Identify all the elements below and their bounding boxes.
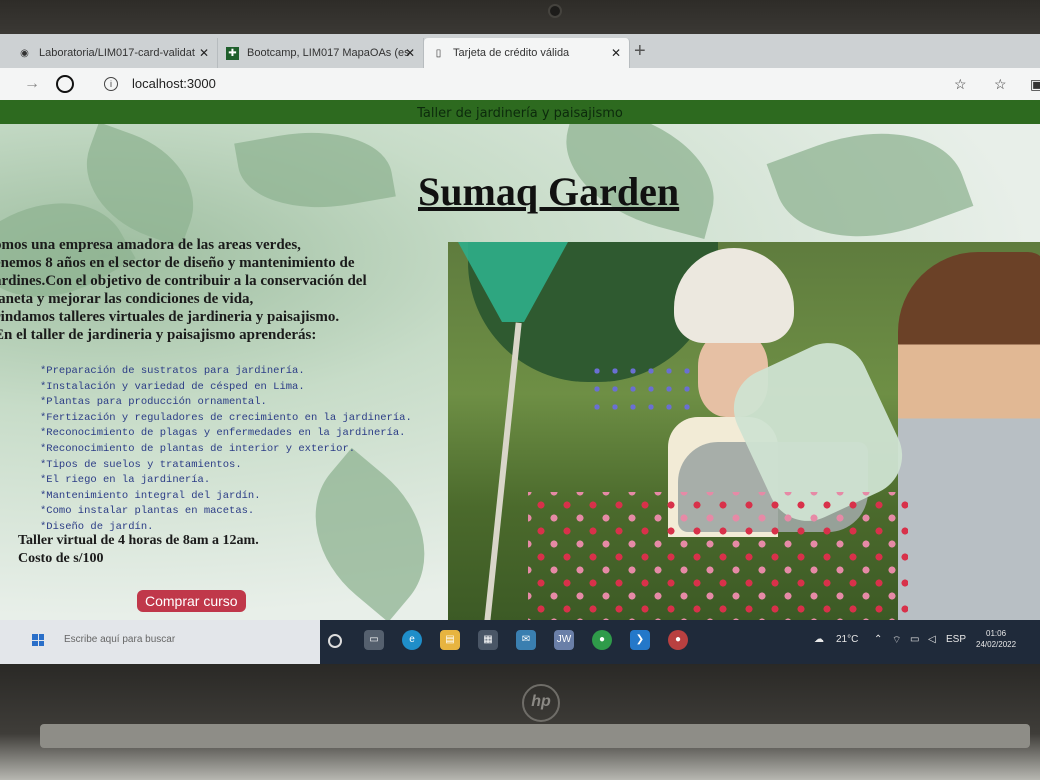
forward-icon[interactable]: →	[22, 74, 42, 94]
intro-line: ardines.Con el objetivo de contribuir a …	[0, 273, 367, 289]
tab-label: Laboratoria/LIM017-card-validat	[39, 47, 195, 59]
new-tab-icon[interactable]: +	[634, 41, 646, 61]
laptop-bezel-bottom	[0, 664, 1040, 780]
leaf-decoration	[234, 117, 396, 223]
tab-label: Tarjeta de crédito válida	[453, 47, 570, 59]
woman-figure	[898, 252, 1040, 620]
weather-icon[interactable]: ☁	[814, 634, 824, 645]
jw-app-icon[interactable]: JW	[554, 630, 574, 650]
url-field[interactable]: localhost:3000	[132, 76, 216, 91]
garden-photo	[448, 242, 1040, 620]
github-icon: ◉	[20, 47, 29, 59]
vscode-icon[interactable]: ❯	[630, 630, 650, 650]
list-item: *El riego en la jardinería.	[40, 474, 211, 487]
webcam-icon	[548, 4, 562, 18]
windows-start-icon[interactable]	[32, 634, 44, 646]
collections-icon[interactable]: ▣	[1030, 77, 1040, 91]
red-flowers	[528, 492, 908, 620]
tab-tarjeta[interactable]: ▯ Tarjeta de crédito válida ✕	[424, 38, 630, 68]
list-item: *Reconocimiento de plagas y enfermedades…	[40, 427, 406, 440]
taskbar-search-input[interactable]: Escribe aquí para buscar	[64, 634, 175, 645]
sheet-icon: ✚	[226, 46, 239, 60]
list-item: *Tipos de suelos y tratamientos.	[40, 458, 242, 471]
page-icon: ▯	[435, 47, 442, 59]
list-item: *Plantas para producción ornamental.	[40, 396, 267, 409]
screen: ◉ Laboratoria/LIM017-card-validat ✕ ✚ Bo…	[0, 34, 1040, 664]
volume-icon[interactable]: ◁	[928, 634, 936, 645]
network-icon[interactable]: ⌔	[892, 634, 901, 647]
tab-strip: ◉ Laboratoria/LIM017-card-validat ✕ ✚ Bo…	[0, 34, 1040, 68]
price-text: Costo de s/100	[18, 551, 104, 566]
hp-logo-icon: hp	[522, 684, 560, 722]
chrome-icon[interactable]: ●	[592, 630, 612, 650]
close-tab-icon[interactable]: ✕	[405, 46, 415, 60]
intro-line: omos una empresa amadora de las areas ve…	[0, 237, 301, 253]
tab-bootcamp[interactable]: ✚ Bootcamp, LIM017 MapaOAs (es ✕	[218, 38, 424, 68]
mail-icon[interactable]: ✉	[516, 630, 536, 650]
file-explorer-icon[interactable]: ▤	[440, 630, 460, 650]
close-tab-icon[interactable]: ✕	[611, 46, 621, 60]
clock[interactable]: 01:06 24/02/2022	[976, 628, 1016, 650]
intro-line: En el taller de jardineria y paisajismo …	[0, 327, 317, 343]
page-title: Sumaq Garden	[418, 169, 680, 214]
taskbar: Escribe aquí para buscar ▭ e ▤ ▦ ✉ JW ● …	[0, 620, 1040, 664]
list-item: *Preparación de sustratos para jardinerí…	[40, 365, 305, 377]
task-view-icon[interactable]: ▭	[364, 630, 384, 650]
buy-course-button[interactable]: Comprar curso	[137, 590, 246, 612]
laptop-bezel-top	[0, 0, 1040, 36]
blue-flowers	[588, 362, 698, 422]
intro-text: omos una empresa amadora de las areas ve…	[0, 236, 434, 344]
web-page: Taller de jardinería y paisajismo Sumaq …	[0, 100, 1040, 620]
laptop-hinge	[40, 724, 1030, 748]
course-info: Taller virtual de 4 horas de 8am a 12am.…	[18, 532, 259, 568]
battery-icon[interactable]: ▭	[910, 634, 919, 645]
banner-text: Taller de jardinería y paisajismo	[417, 106, 623, 121]
favorites-icon[interactable]: ☆	[994, 77, 1008, 91]
list-item: *Fertización y reguladores de crecimient…	[40, 411, 412, 424]
list-item: *Instalación y variedad de césped en Lim…	[40, 380, 305, 393]
store-icon[interactable]: ▦	[478, 630, 498, 650]
info-icon[interactable]: i	[104, 77, 118, 91]
intro-line: laneta y mejorar las condiciones de vida…	[0, 291, 254, 307]
intro-line: rindamos talleres virtuales de jardineri…	[0, 309, 340, 325]
rake-handle	[484, 322, 522, 620]
address-bar: → i localhost:3000 ☆ ☆ ▣	[0, 68, 1040, 100]
cortana-icon[interactable]	[328, 634, 342, 648]
add-favorite-icon[interactable]: ☆	[954, 77, 968, 91]
chrome-profile-icon[interactable]: ●	[668, 630, 688, 650]
weather-text[interactable]: 21°C	[836, 634, 858, 645]
refresh-icon[interactable]	[56, 75, 74, 93]
topics-list: *Preparación de sustratos para jardinerí…	[40, 364, 412, 536]
list-item: *Reconocimiento de plantas de interior y…	[40, 442, 356, 455]
time-text: 01:06	[986, 629, 1007, 638]
close-tab-icon[interactable]: ✕	[199, 46, 209, 60]
intro-line: enemos 8 años en el sector de diseño y m…	[0, 255, 355, 271]
tab-github[interactable]: ◉ Laboratoria/LIM017-card-validat ✕	[10, 38, 218, 68]
chevron-up-icon[interactable]: ⌃	[874, 634, 882, 645]
edge-icon[interactable]: e	[402, 630, 422, 650]
date-text: 24/02/2022	[976, 640, 1017, 649]
tab-label: Bootcamp, LIM017 MapaOAs (es	[247, 47, 410, 59]
language-indicator[interactable]: ESP	[946, 634, 966, 645]
list-item: *Como instalar plantas en macetas.	[40, 505, 255, 518]
list-item: *Mantenimiento integral del jardín.	[40, 489, 261, 502]
schedule-text: Taller virtual de 4 horas de 8am a 12am.	[18, 533, 259, 548]
